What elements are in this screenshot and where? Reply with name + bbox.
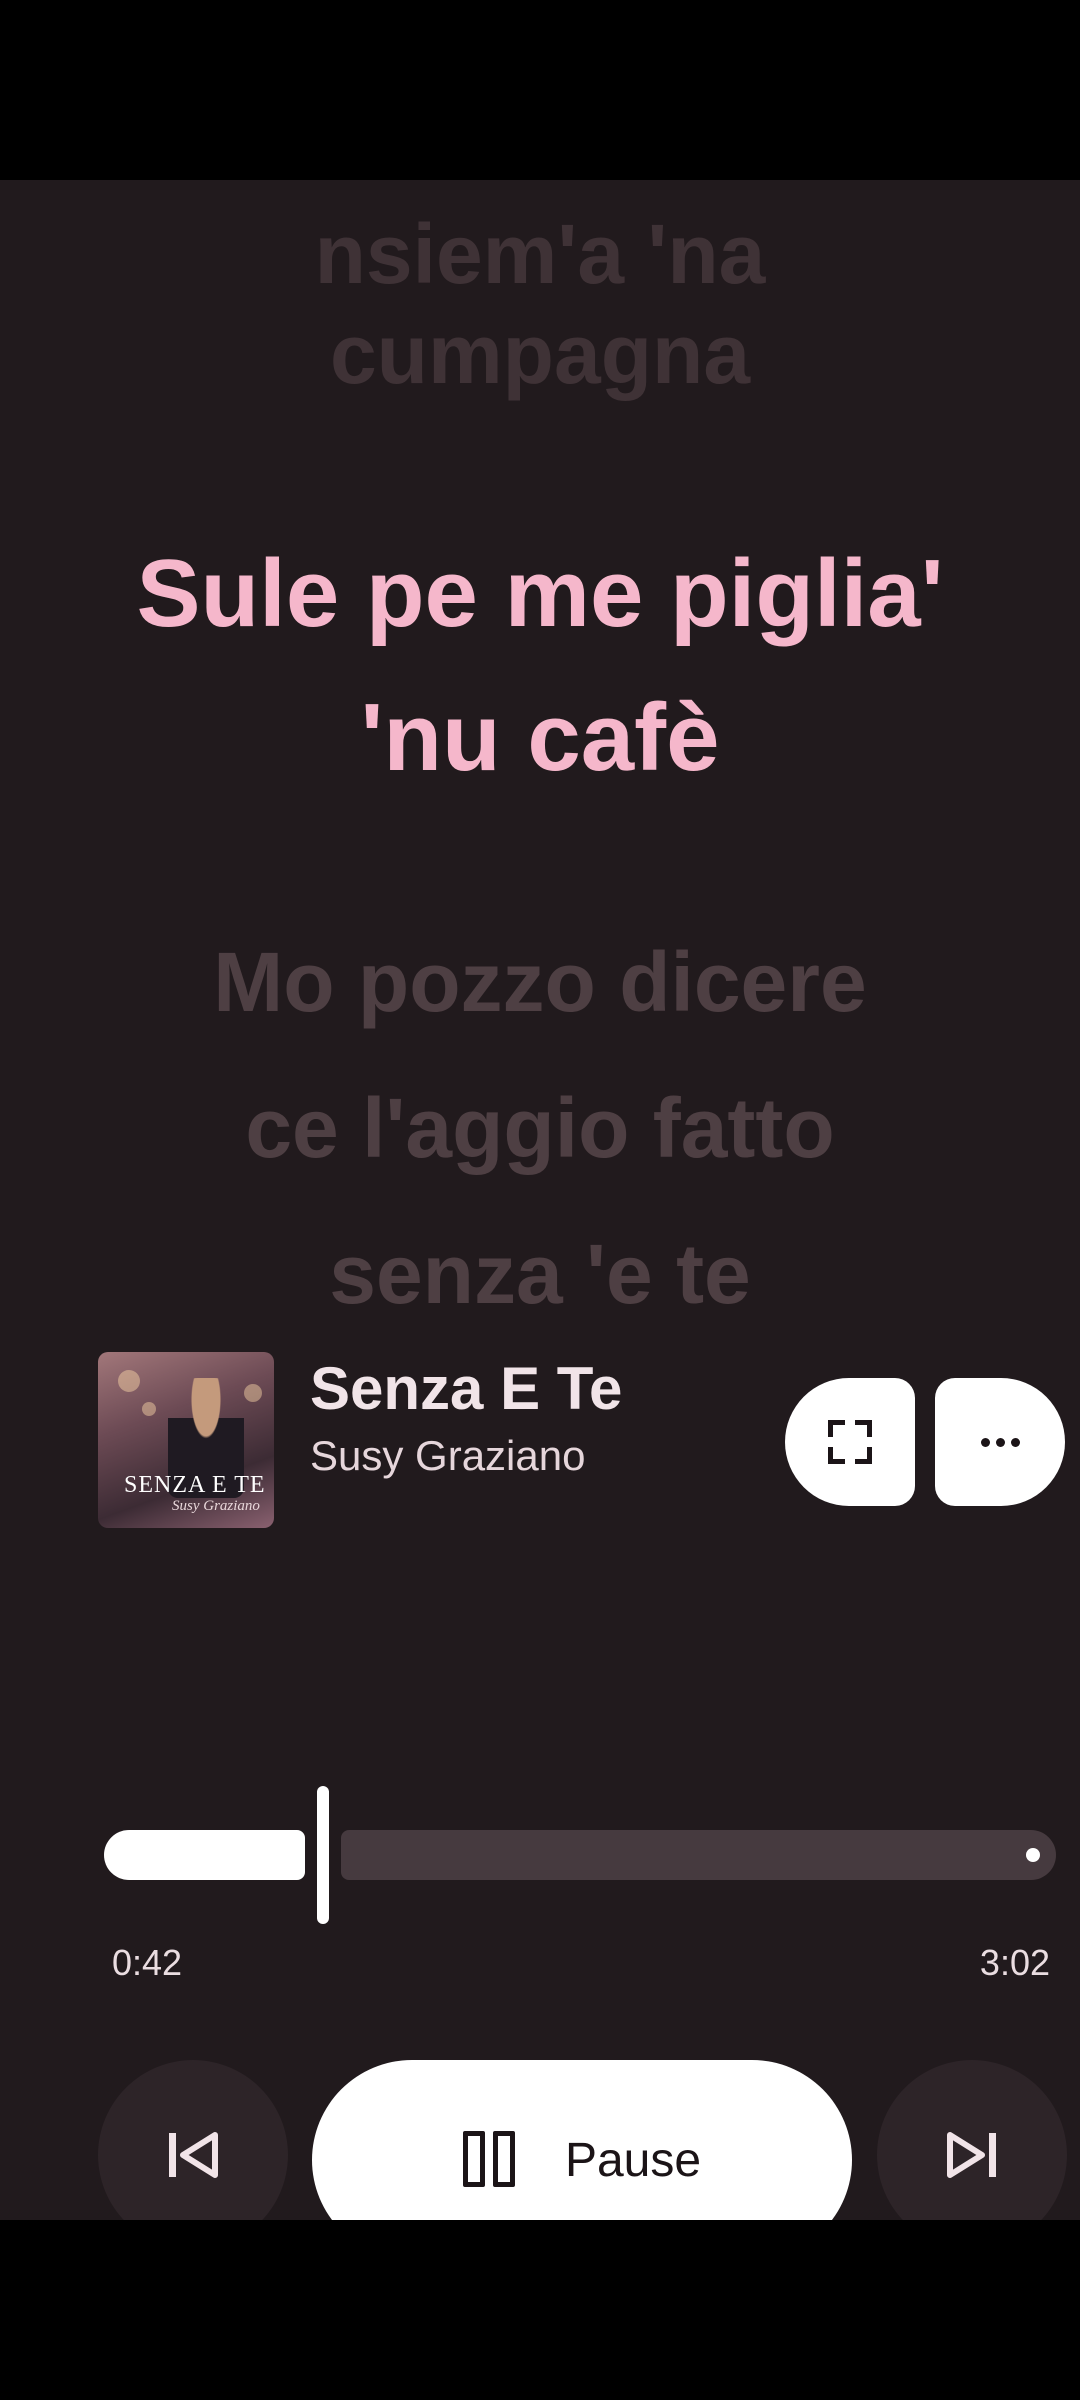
pause-icon xyxy=(462,2131,521,2189)
skip-previous-icon xyxy=(169,2132,218,2178)
more-options-icon xyxy=(980,1437,1020,1447)
seek-bar-end-dot xyxy=(1026,1848,1040,1862)
more-options-button[interactable] xyxy=(935,1378,1065,1506)
album-art: SENZA E TE Susy Graziano xyxy=(98,1352,274,1528)
expand-button[interactable] xyxy=(785,1378,915,1506)
song-artist: Susy Graziano xyxy=(310,1432,586,1479)
seek-bar[interactable] xyxy=(104,1786,1056,1924)
expand-icon xyxy=(828,1420,872,1464)
song-title: Senza E Te xyxy=(310,1355,623,1422)
album-art-title: SENZA E TE xyxy=(124,1472,266,1498)
skip-next-icon xyxy=(947,2132,996,2178)
total-time: 3:02 xyxy=(979,1942,1050,1983)
lyric-line-previous[interactable]: cumpagna xyxy=(0,280,1080,428)
lyric-line-next[interactable]: ce l'aggio fatto xyxy=(0,1054,1080,1202)
album-art-signature: Susy Graziano xyxy=(172,1498,260,1514)
lyric-line-next[interactable]: senza 'e te xyxy=(0,1200,1080,1348)
elapsed-time: 0:42 xyxy=(112,1942,183,1983)
lyric-line-next[interactable]: Mo pozzo dicere xyxy=(0,908,1080,1056)
lyric-line-current[interactable]: 'nu cafè xyxy=(0,664,1080,812)
lyrics-player-screen: nsiem'a 'na cumpagna Sule pe me piglia' … xyxy=(0,180,1080,2220)
seek-bar-thumb[interactable] xyxy=(317,1786,329,1924)
pause-label: Pause xyxy=(564,2133,702,2187)
seek-bar-played xyxy=(104,1830,305,1880)
seek-bar-remaining xyxy=(341,1830,1056,1880)
lyric-line-current[interactable]: Sule pe me piglia' xyxy=(0,520,1080,668)
system-navigation-bar xyxy=(0,2220,1080,2400)
